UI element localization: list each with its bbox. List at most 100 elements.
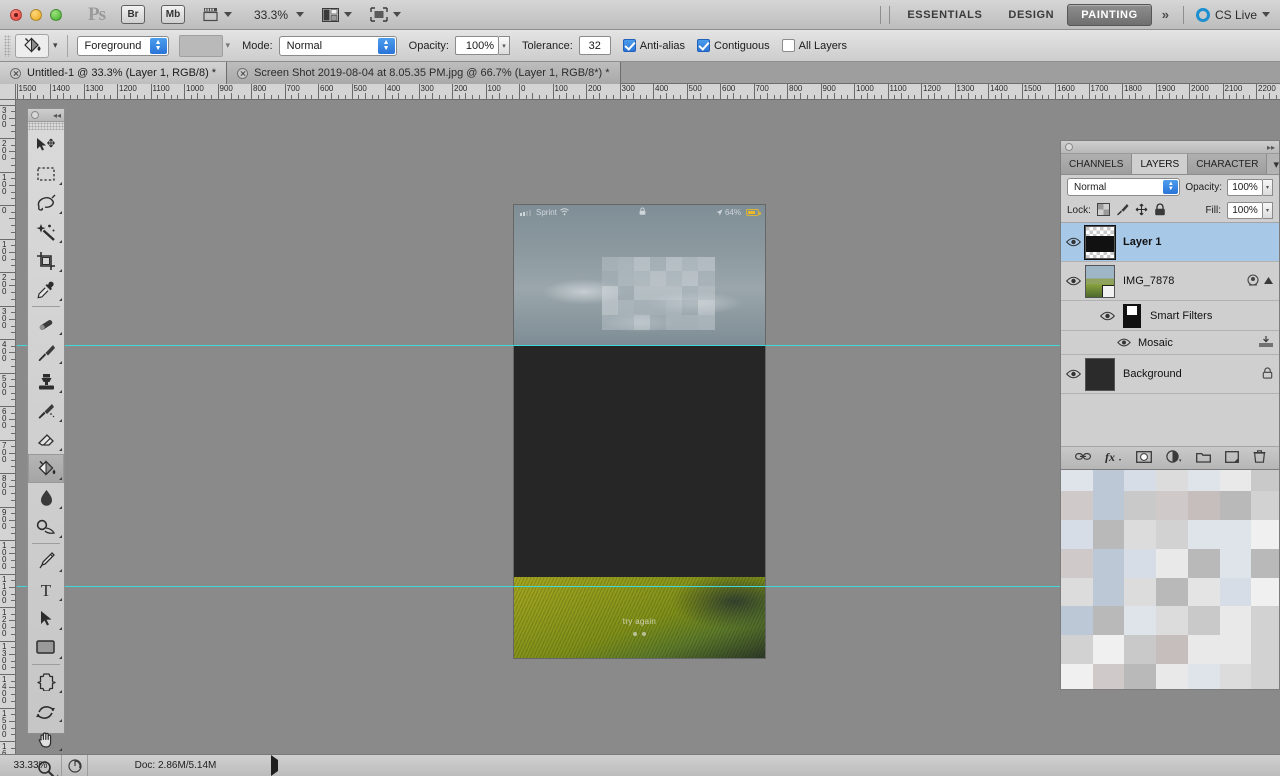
document-tab-untitled-1[interactable]: Untitled-1 @ 33.3% (Layer 1, RGB/8) * xyxy=(0,62,228,84)
pattern-chevron-down-icon[interactable]: ▾ xyxy=(226,40,231,51)
tools-panel-header[interactable]: ◂◂ xyxy=(28,109,64,122)
minimize-window-button[interactable] xyxy=(30,8,42,21)
workspace-painting[interactable]: PAINTING xyxy=(1067,3,1152,26)
zoom-chevron-down-icon[interactable] xyxy=(296,12,305,17)
all-layers-checkbox[interactable] xyxy=(781,39,795,52)
close-icon[interactable] xyxy=(10,67,21,79)
more-workspaces-button[interactable]: » xyxy=(1152,7,1179,22)
layer-name[interactable]: IMG_7878 xyxy=(1123,275,1174,287)
panel-menu-button[interactable]: ▾☰ xyxy=(1267,154,1280,174)
opacity-chevron-down-icon[interactable]: ▾ xyxy=(499,36,510,55)
vertical-ruler[interactable]: 300 200 100 0 100 200 300 400 500 600 700 800 900 100… xyxy=(0,100,16,754)
tool-crop[interactable] xyxy=(28,246,64,275)
collapse-double-arrow-icon[interactable]: ◂◂ xyxy=(53,111,61,120)
tool-history-brush[interactable] xyxy=(28,396,64,425)
active-tool-icon[interactable] xyxy=(15,33,49,58)
workspace-design[interactable]: DESIGN xyxy=(995,5,1067,25)
horizontal-ruler[interactable]: 1500 1400 1300 1200 1100 1000 900 800 700 600 500 4… xyxy=(0,84,1280,100)
tool-3d-camera-rotate[interactable] xyxy=(28,696,64,725)
tool-rectangular-marquee[interactable] xyxy=(28,159,64,188)
fx-icon[interactable]: fx xyxy=(1105,450,1122,466)
fill-source-select[interactable]: Foreground ▲ ▼ xyxy=(76,35,169,56)
layer-name[interactable]: Layer 1 xyxy=(1123,236,1162,248)
layer-row-background[interactable]: Background xyxy=(1061,355,1279,394)
tools-panel-grip[interactable] xyxy=(28,122,64,130)
contiguous-checkbox-group[interactable]: Contiguous xyxy=(697,39,770,52)
link-layers-icon[interactable] xyxy=(1074,452,1091,464)
layer-visibility-toggle[interactable] xyxy=(1061,237,1085,247)
layer-thumbnail[interactable] xyxy=(1085,264,1115,298)
opacity-input[interactable]: 100% xyxy=(455,36,499,55)
tool-blur[interactable] xyxy=(28,483,64,512)
tab-channels[interactable]: CHANNELS xyxy=(1061,154,1133,174)
ruler-corner[interactable] xyxy=(0,84,16,100)
layer-visibility-toggle[interactable] xyxy=(1061,276,1085,286)
tool-path-selection[interactable] xyxy=(28,604,64,633)
tool-eyedropper[interactable] xyxy=(28,275,64,304)
layer-opacity-chevron-down-icon[interactable]: ▾ xyxy=(1263,178,1273,196)
tool-3d-object-rotate[interactable] xyxy=(28,667,64,696)
tool-hand[interactable] xyxy=(28,725,64,754)
layer-mask-icon[interactable] xyxy=(1135,450,1152,466)
tool-type[interactable]: T xyxy=(28,575,64,604)
filter-name[interactable]: Mosaic xyxy=(1138,337,1173,349)
workspace-essentials[interactable]: ESSENTIALS xyxy=(894,5,995,25)
zoom-level-display[interactable]: 33.3% xyxy=(254,8,288,22)
layer-blend-mode-select[interactable]: Normal ▲ ▼ xyxy=(1067,178,1181,196)
tool-clone-stamp[interactable] xyxy=(28,367,64,396)
panel-collapse-dot-icon[interactable] xyxy=(31,111,39,119)
contiguous-checkbox[interactable] xyxy=(697,39,711,52)
arrange-documents-menu[interactable] xyxy=(322,7,353,22)
new-group-icon[interactable] xyxy=(1195,451,1211,466)
layer-fill-chevron-down-icon[interactable]: ▾ xyxy=(1263,202,1273,219)
lock-transparency-icon[interactable] xyxy=(1096,202,1110,219)
tab-layers[interactable]: LAYERS xyxy=(1132,154,1189,174)
expand-filters-triangle-icon[interactable] xyxy=(1264,275,1273,287)
tool-preset-chevron-icon[interactable]: ▾ xyxy=(53,40,58,51)
lock-image-icon[interactable] xyxy=(1116,203,1129,219)
tool-rectangle[interactable] xyxy=(28,633,64,662)
close-window-button[interactable] xyxy=(10,8,22,21)
tool-lasso[interactable] xyxy=(28,188,64,217)
status-doc-size-icon[interactable] xyxy=(62,755,88,776)
panel-collapse-dot-icon[interactable] xyxy=(1065,143,1073,151)
tolerance-input[interactable]: 32 xyxy=(578,36,611,55)
close-icon[interactable] xyxy=(237,67,249,79)
layer-fill-input[interactable]: 100% xyxy=(1227,202,1263,219)
filter-blending-options-icon[interactable] xyxy=(1259,335,1273,350)
artboard[interactable]: Sprint 64% try again xyxy=(514,205,765,658)
tool-eraser[interactable] xyxy=(28,425,64,454)
layer-name[interactable]: Background xyxy=(1123,368,1182,380)
tool-pen[interactable] xyxy=(28,546,64,575)
document-tab-screen-shot[interactable]: Screen Shot 2019-08-04 at 8.05.35 PM.jpg… xyxy=(227,62,621,84)
tool-move[interactable] xyxy=(28,130,64,159)
anti-alias-checkbox[interactable] xyxy=(622,39,636,52)
mini-bridge-button[interactable]: Mb xyxy=(161,5,185,24)
tool-paint-bucket[interactable] xyxy=(28,454,64,483)
layer-thumbnail[interactable] xyxy=(1085,225,1115,259)
layer-visibility-toggle[interactable] xyxy=(1061,369,1085,379)
tool-dodge[interactable] xyxy=(28,512,64,541)
layer-row-layer-1[interactable]: Layer 1 xyxy=(1061,223,1279,262)
tool-brush[interactable] xyxy=(28,338,64,367)
tab-character[interactable]: CHARACTER xyxy=(1188,154,1268,174)
all-layers-checkbox-group[interactable]: All Layers xyxy=(781,39,847,52)
status-expand-button[interactable] xyxy=(263,755,278,776)
smart-object-badge-icon[interactable] xyxy=(1247,273,1259,289)
layers-panel-header[interactable]: ▸▸ xyxy=(1061,141,1279,154)
collapse-double-arrow-icon[interactable]: ▸▸ xyxy=(1267,143,1275,152)
layer-opacity-input[interactable]: 100% xyxy=(1227,178,1263,196)
cs-live-menu[interactable]: CS Live xyxy=(1188,7,1280,22)
lock-all-icon[interactable] xyxy=(1154,202,1166,219)
maximize-window-button[interactable] xyxy=(50,8,62,21)
tool-magic-wand[interactable] xyxy=(28,217,64,246)
tool-spot-healing-brush[interactable] xyxy=(28,309,64,338)
anti-alias-checkbox-group[interactable]: Anti-alias xyxy=(622,39,685,52)
layer-row-img-7878[interactable]: IMG_7878 xyxy=(1061,262,1279,301)
adjustment-layer-icon[interactable] xyxy=(1165,450,1182,466)
new-layer-icon[interactable] xyxy=(1224,450,1239,466)
options-bar-grip[interactable] xyxy=(4,34,11,57)
layer-list[interactable]: Layer 1 IMG_7878 Smart Filters Mosaic Ba… xyxy=(1061,223,1279,447)
filter-visibility-toggle[interactable] xyxy=(1117,338,1131,347)
smart-filter-mask-thumbnail[interactable] xyxy=(1123,303,1141,328)
